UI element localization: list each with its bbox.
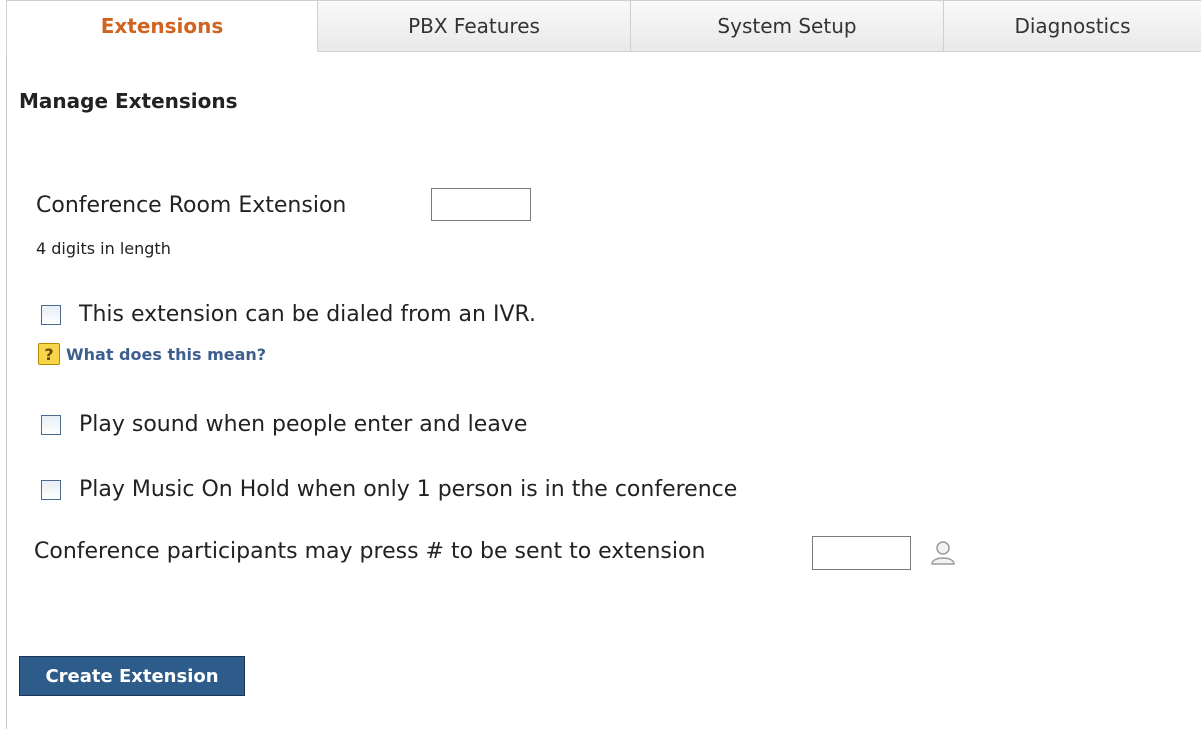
enter-leave-sound-row: Play sound when people enter and leave xyxy=(41,412,527,437)
create-extension-button[interactable]: Create Extension xyxy=(19,656,245,696)
hash-transfer-label: Conference participants may press # to b… xyxy=(34,539,706,564)
tab-pbx-features[interactable]: PBX Features xyxy=(318,0,631,52)
ivr-dialable-label: This extension can be dialed from an IVR… xyxy=(79,302,537,327)
question-icon[interactable]: ? xyxy=(38,343,60,365)
tab-extensions[interactable]: Extensions xyxy=(6,0,318,52)
ivr-dialable-checkbox[interactable] xyxy=(41,304,61,325)
conference-extension-label: Conference Room Extension xyxy=(36,193,347,218)
extension-hint: 4 digits in length xyxy=(36,239,171,258)
music-on-hold-checkbox[interactable] xyxy=(41,479,61,500)
ivr-dialable-row: This extension can be dialed from an IVR… xyxy=(41,302,536,327)
page-title: Manage Extensions xyxy=(19,89,238,113)
hash-transfer-input[interactable] xyxy=(812,536,911,570)
music-on-hold-row: Play Music On Hold when only 1 person is… xyxy=(41,477,737,502)
music-on-hold-label: Play Music On Hold when only 1 person is… xyxy=(79,477,738,502)
enter-leave-sound-label: Play sound when people enter and leave xyxy=(79,412,528,437)
enter-leave-sound-checkbox[interactable] xyxy=(41,414,61,435)
tab-system-setup[interactable]: System Setup xyxy=(631,0,944,52)
tab-bar: Extensions PBX Features System Setup Dia… xyxy=(6,0,1201,52)
tab-diagnostics[interactable]: Diagnostics xyxy=(944,0,1201,52)
help-row: ? What does this mean? xyxy=(38,343,266,365)
user-icon[interactable] xyxy=(929,540,957,566)
conference-extension-input[interactable] xyxy=(431,188,531,221)
help-link[interactable]: What does this mean? xyxy=(66,345,266,364)
